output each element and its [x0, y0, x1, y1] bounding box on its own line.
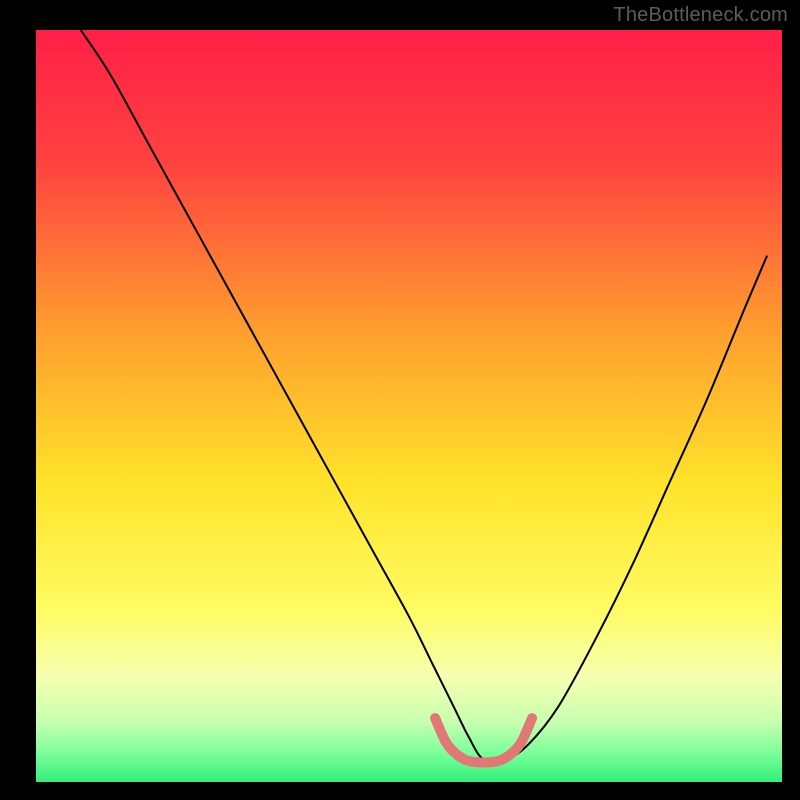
chart-frame: TheBottleneck.com [0, 0, 800, 800]
watermark-text: TheBottleneck.com [613, 4, 788, 27]
bottleneck-chart [0, 0, 800, 800]
